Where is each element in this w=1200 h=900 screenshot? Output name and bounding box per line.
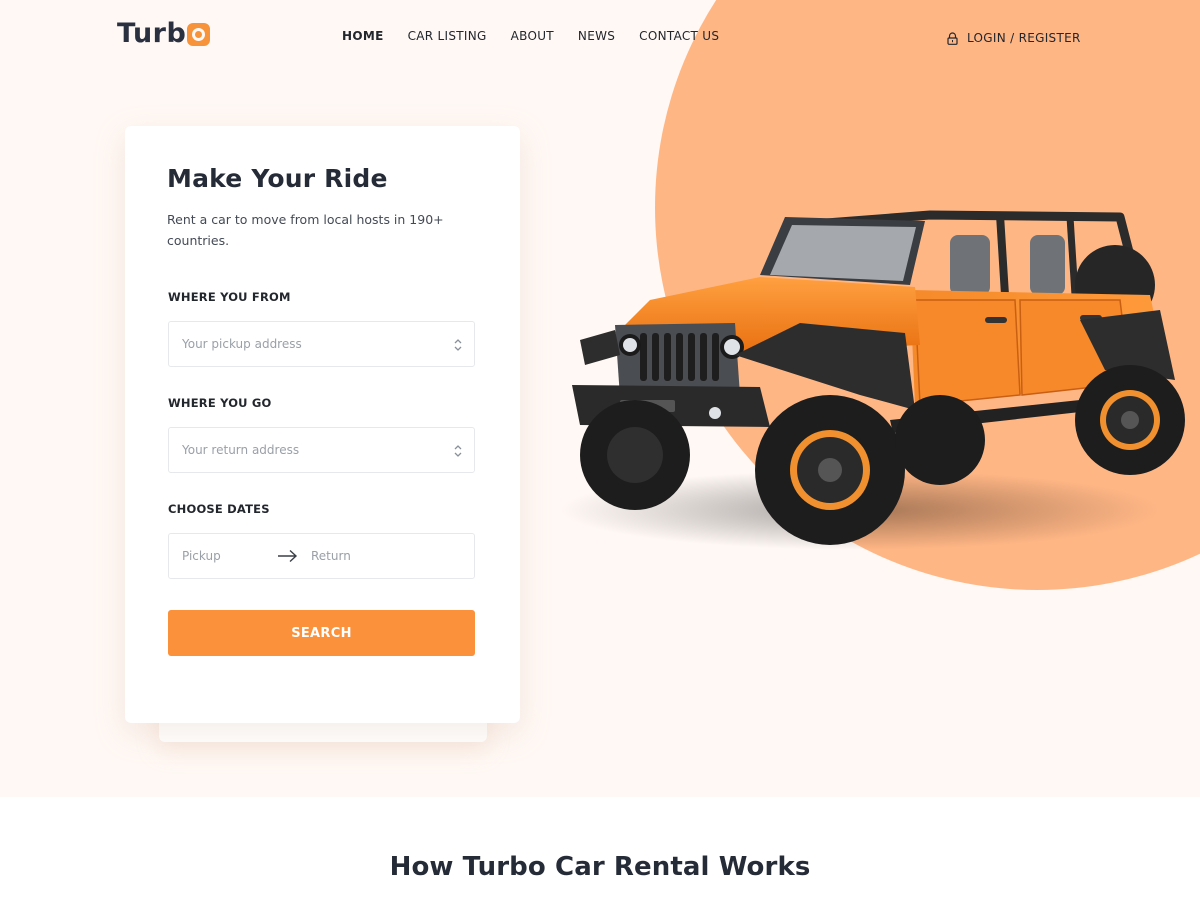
lock-icon [947,31,958,45]
pickup-date-placeholder: Pickup [182,549,221,563]
main-nav: HOME CAR LISTING ABOUT NEWS CONTACT US [342,29,743,43]
to-label: WHERE YOU GO [168,396,272,410]
search-card: Make Your Ride Rent a car to move from l… [125,126,520,723]
nav-car-listing[interactable]: CAR LISTING [408,29,487,43]
how-it-works-title: How Turbo Car Rental Works [389,852,811,882]
nav-about[interactable]: ABOUT [511,29,554,43]
search-card-title: Make Your Ride [167,164,388,193]
date-range-picker[interactable]: Pickup Return [168,533,475,579]
jeep-image [560,210,1185,550]
arrow-right-icon [278,549,298,563]
dates-label: CHOOSE DATES [168,502,270,516]
login-register-label: LOGIN / REGISTER [967,31,1081,45]
nav-home[interactable]: HOME [342,29,384,43]
logo-o-mark [187,23,211,46]
from-label: WHERE YOU FROM [168,290,291,304]
return-date-placeholder: Return [311,549,351,563]
chevron-updown-icon [454,445,462,457]
return-address-select[interactable]: Your return address [168,427,475,473]
search-button[interactable]: SEARCH [168,610,475,656]
login-register-link[interactable]: LOGIN / REGISTER [946,31,1081,45]
return-address-placeholder: Your return address [182,443,300,457]
chevron-updown-icon [454,339,462,351]
nav-news[interactable]: NEWS [578,29,615,43]
pickup-address-placeholder: Your pickup address [182,337,302,351]
turbo-logo[interactable]: Turb [117,18,211,49]
pickup-address-select[interactable]: Your pickup address [168,321,475,367]
nav-contact-us[interactable]: CONTACT US [639,29,719,43]
logo-text: Turb [117,18,187,49]
search-card-subtitle: Rent a car to move from local hosts in 1… [167,212,444,248]
